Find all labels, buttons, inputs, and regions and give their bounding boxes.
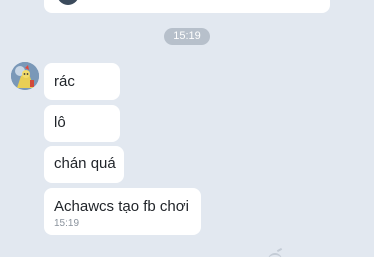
- message-bubble[interactable]: Achawcs tạo fb chơi 15:19: [44, 188, 201, 235]
- message-bubble[interactable]: lô: [44, 105, 120, 142]
- message-time: 15:19: [54, 218, 80, 229]
- timestamp-pill: 15:19: [164, 28, 210, 45]
- previous-message-bubble[interactable]: [44, 0, 330, 13]
- message-text: rác: [54, 73, 75, 90]
- chat-area[interactable]: 15:19 rác lô chán quá Achawcs tạo fb chơ…: [0, 0, 374, 257]
- partial-next-message-glyph: [268, 253, 282, 257]
- message-text: Achawcs tạo fb chơi: [54, 198, 189, 215]
- message-bubble[interactable]: chán quá: [44, 146, 124, 183]
- message-text: chán quá: [54, 155, 116, 172]
- message-bubble[interactable]: rác: [44, 63, 120, 100]
- message-text: lô: [54, 114, 66, 131]
- sender-avatar-icon[interactable]: [11, 62, 39, 90]
